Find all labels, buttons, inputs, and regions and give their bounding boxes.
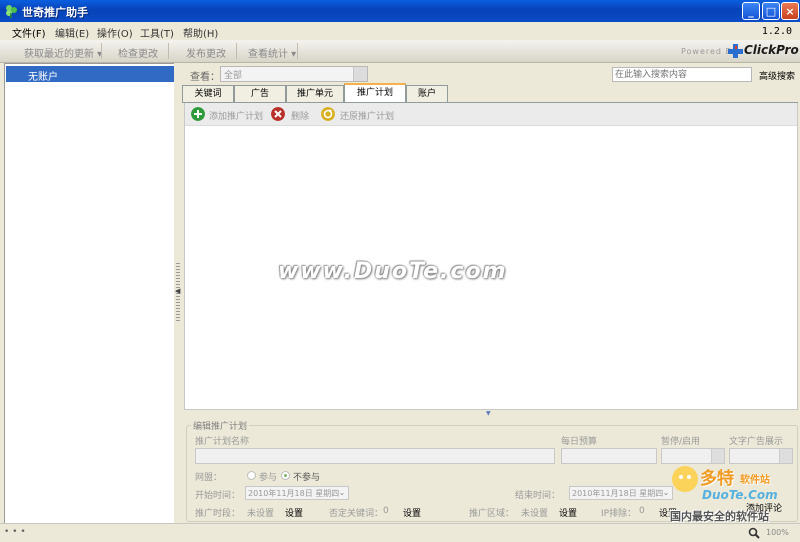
menu-help[interactable]: 帮助(H) [183, 25, 218, 40]
account-item[interactable]: 无账户 [6, 66, 174, 83]
region-set-link[interactable]: 设置 [559, 506, 577, 519]
chevron-down-icon[interactable] [779, 449, 792, 463]
title-bar[interactable]: 世奇推广助手 _ □ × [0, 0, 800, 22]
restore-circle-icon[interactable] [321, 107, 335, 121]
not-join-label: 不参与 [293, 473, 321, 483]
tab-ads[interactable]: 广告 [234, 85, 286, 102]
minimize-button[interactable]: _ [742, 2, 760, 20]
text-ad-display-label: 文字广告展示 [729, 437, 784, 447]
menu-tools[interactable]: 工具(T) [140, 25, 174, 40]
chevron-down-icon[interactable] [353, 67, 367, 81]
menu-edit[interactable]: 编辑(E) [55, 25, 89, 40]
advanced-search-link[interactable]: 高级搜索 [759, 69, 795, 82]
ip-exclude-label: IP排除： [601, 509, 637, 519]
delete-button[interactable]: 删除 [291, 109, 309, 122]
clover-icon [6, 5, 17, 18]
site-sub: 软件站 [740, 475, 770, 486]
menu-operate[interactable]: 操作(O) [97, 25, 133, 40]
join-radio[interactable] [247, 471, 256, 480]
check-changes-button[interactable]: 检查更改 [118, 45, 158, 60]
action-bar: 添加推广计划 删除 还原推广计划 [185, 103, 797, 126]
chevron-down-icon[interactable] [711, 449, 724, 463]
toolbar-separator [236, 43, 237, 59]
end-time-label: 结束时间： [515, 491, 561, 501]
clickpro-logo: ClickPro [728, 42, 799, 60]
edit-group-title: 编辑推广计划 [191, 419, 250, 432]
account-label: 无账户 [28, 72, 58, 83]
region-value: 未设置 [521, 509, 549, 519]
x-circle-icon[interactable] [271, 107, 285, 121]
status-text: • • • [4, 527, 26, 537]
negative-keywords-set-link[interactable]: 设置 [403, 506, 421, 519]
tab-campaigns[interactable]: 推广计划 [344, 83, 406, 103]
campaign-name-field[interactable] [195, 448, 555, 464]
splitter[interactable]: ◀ [174, 63, 182, 523]
network-label: 网盟： [195, 473, 223, 483]
view-label: 查看： [190, 72, 220, 83]
tab-keywords[interactable]: 关键词 [182, 85, 234, 102]
plus-circle-icon[interactable] [191, 107, 205, 121]
schedule-value: 未设置 [247, 509, 275, 519]
end-date-picker[interactable]: 2010年11月18日 星期四 ⌄ [569, 486, 673, 500]
tab-ad-units[interactable]: 推广单元 [286, 85, 344, 102]
menu-file[interactable]: 文件(F) [12, 25, 46, 40]
collapse-left-icon[interactable]: ◀ [175, 287, 180, 295]
status-bar: • • • 100% [0, 523, 800, 542]
ip-exclude-value: 0 [639, 506, 645, 516]
toolbar-separator [297, 43, 298, 59]
main-panel: 查看： 全部 高级搜索 关键词 广告 推广单元 推广计划 账户 添加推广计划 [182, 63, 798, 523]
start-date-value: 2010年11月18日 星期四 [248, 489, 340, 498]
zoom-level[interactable]: 100% [766, 528, 789, 537]
app-window: 世奇推广助手 _ □ × 文件(F) 编辑(E) 操作(O) 工具(T) 帮助(… [0, 0, 800, 542]
site-domain: DuoTe.Com [702, 488, 778, 502]
site-name: 多特 [700, 469, 734, 489]
window-title: 世奇推广助手 [22, 6, 88, 19]
restore-campaign-button[interactable]: 还原推广计划 [340, 109, 394, 122]
tab-account[interactable]: 账户 [406, 85, 448, 102]
search-input[interactable] [612, 67, 752, 82]
daily-budget-label: 每日预算 [561, 437, 598, 447]
version-label: 1.2.0 [761, 26, 792, 37]
clickpro-brand: ClickPro [744, 43, 799, 57]
account-tree[interactable]: 无账户 [4, 63, 176, 525]
site-slogan: 国内最安全的软件站 [670, 510, 769, 523]
start-date-picker[interactable]: 2010年11月18日 星期四 ⌄ [245, 486, 349, 500]
start-time-label: 开始时间： [195, 491, 241, 501]
publish-changes-button[interactable]: 发布更改 [186, 45, 226, 60]
negative-keywords-value: 0 [383, 506, 389, 516]
schedule-set-link[interactable]: 设置 [285, 506, 303, 519]
join-label: 参与 [259, 473, 278, 483]
schedule-label: 推广时段： [195, 509, 241, 519]
magnifier-icon[interactable] [748, 527, 760, 539]
toolbar-separator [168, 43, 169, 59]
site-watermark: 多特 软件站 DuoTe.Com 添加评论 国内最安全的软件站 [668, 462, 796, 524]
watermark-text: www.DuoTe.com [278, 259, 508, 284]
not-join-radio[interactable] [281, 471, 290, 480]
campaign-name-label: 推广计划名称 [195, 437, 250, 447]
region-label: 推广区域： [469, 509, 515, 519]
menu-bar: 文件(F) 编辑(E) 操作(O) 工具(T) 帮助(H) 1.2.0 [0, 22, 800, 40]
chevron-down-icon[interactable]: ⌄ [336, 487, 348, 499]
end-date-value: 2010年11月18日 星期四 [572, 489, 664, 498]
view-select-value: 全部 [224, 71, 243, 81]
view-stats-button[interactable]: 查看统计 ▾ [248, 45, 296, 60]
add-campaign-button[interactable]: 添加推广计划 [209, 109, 263, 122]
close-button[interactable]: × [781, 2, 799, 20]
clickpro-cross-icon [728, 44, 743, 58]
view-select[interactable]: 全部 [220, 66, 368, 82]
negative-keywords-label: 否定关键词： [329, 509, 384, 519]
collapse-down-icon[interactable]: ▼ [486, 410, 491, 417]
toolbar-separator [101, 43, 102, 59]
pause-enable-label: 暂停/启用 [661, 437, 701, 447]
mascot-icon [672, 466, 698, 492]
maximize-button[interactable]: □ [762, 2, 780, 20]
toolbar: 获取最近的更新 ▾ 检查更改 发布更改 查看统计 ▾ Powered By Cl… [0, 40, 800, 63]
campaign-list[interactable]: 添加推广计划 删除 还原推广计划 www.DuoTe.com [184, 103, 798, 410]
daily-budget-field[interactable] [561, 448, 657, 464]
get-updates-button[interactable]: 获取最近的更新 ▾ [24, 45, 102, 60]
